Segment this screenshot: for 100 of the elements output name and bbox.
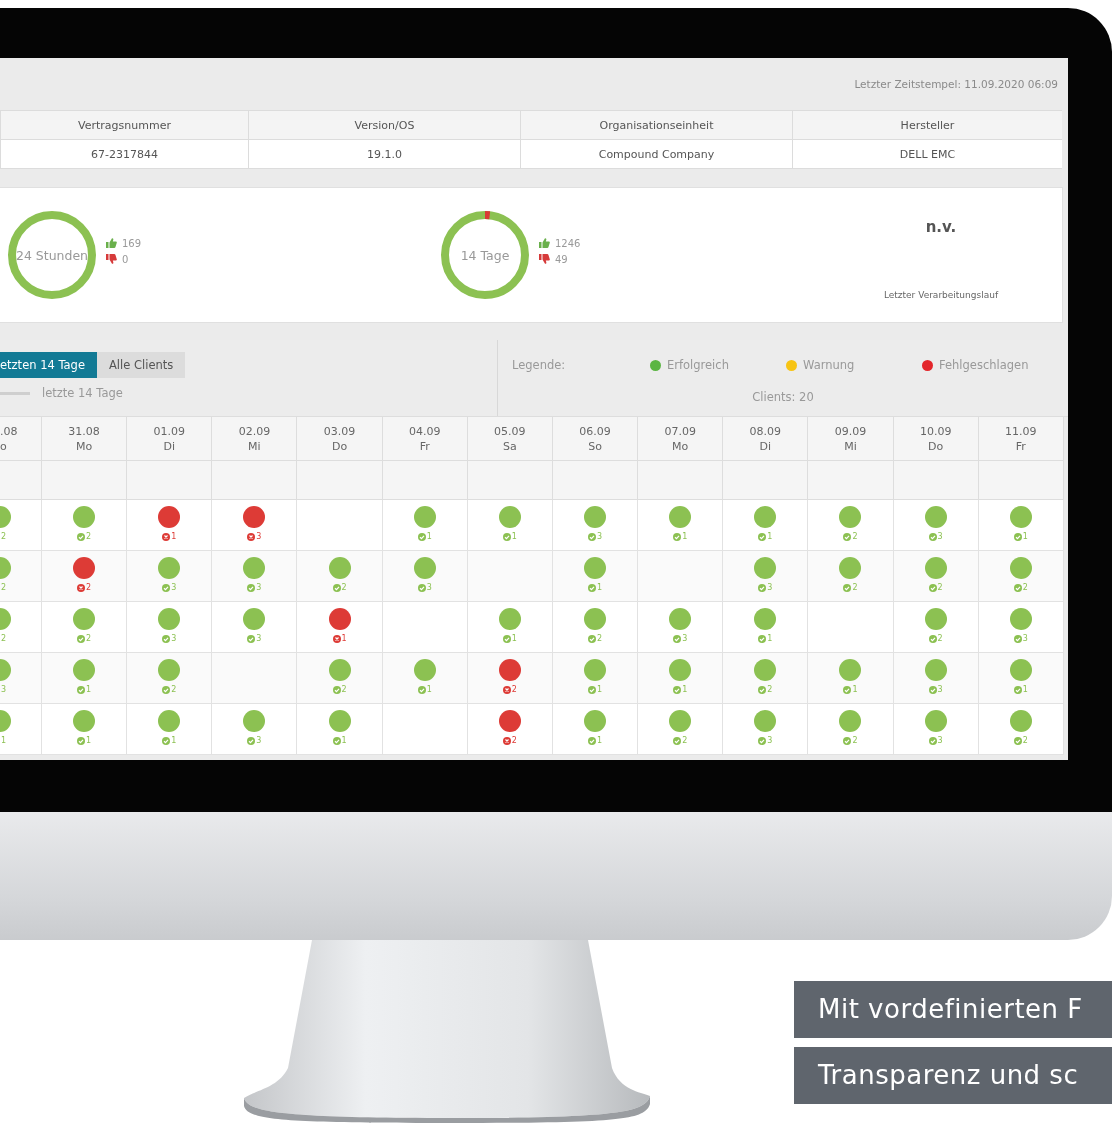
check-circle-icon: [247, 634, 256, 643]
run-count: 2: [341, 685, 347, 694]
check-circle-icon: [928, 532, 937, 541]
run-count: 2: [511, 685, 517, 694]
thumbs-down-icon: [538, 253, 550, 265]
run-count: 2: [682, 736, 688, 745]
failure-count: 0: [122, 253, 129, 265]
weekday-label: Di: [759, 438, 772, 454]
check-circle-icon: [162, 634, 171, 643]
column-header: Organisationseinheit: [520, 111, 792, 140]
weekday-label: Do: [331, 438, 348, 454]
column-header: Hersteller: [792, 111, 1062, 140]
run-count: 3: [256, 583, 262, 592]
check-circle-icon: [587, 583, 596, 592]
run-count: 1: [171, 736, 177, 745]
check-circle-icon: [928, 634, 937, 643]
run-count: 1: [682, 685, 688, 694]
date-label: 02.09: [238, 423, 271, 439]
table-cell: DELL EMC: [792, 140, 1062, 168]
check-circle-icon: [587, 634, 596, 643]
run-count: 3: [171, 583, 177, 592]
check-circle-icon: [673, 532, 682, 541]
check-circle-icon: [1013, 583, 1022, 592]
check-circle-icon: [332, 736, 341, 745]
table-cell: 19.1.0: [248, 140, 520, 168]
date-label: 08.09: [749, 423, 782, 439]
check-circle-icon: [587, 736, 596, 745]
run-count: 1: [767, 634, 773, 643]
success-count: 169: [122, 237, 142, 249]
timestamp-label: Letzter Zeitstempel: 11.09.2020 06:09: [854, 78, 1058, 90]
check-circle-icon: [928, 583, 937, 592]
check-circle-icon: [587, 685, 596, 694]
run-count: 3: [256, 532, 262, 541]
run-count: 1: [86, 685, 92, 694]
check-circle-icon: [673, 736, 682, 745]
run-count: 2: [937, 634, 943, 643]
cross-circle-icon: [502, 685, 511, 694]
caption-banner: Transparenz und sc: [794, 1047, 1112, 1104]
donut-label: 24 Stunden: [15, 247, 89, 263]
check-circle-icon: [843, 736, 852, 745]
check-circle-icon: [1013, 736, 1022, 745]
run-count: 3: [256, 736, 262, 745]
thumbs-up-icon: [538, 237, 550, 249]
check-circle-icon: [77, 634, 86, 643]
run-count: 3: [937, 736, 943, 745]
run-count: 2: [1022, 583, 1028, 592]
weekday-label: Mo: [75, 438, 93, 454]
check-circle-icon: [758, 685, 767, 694]
run-count: 1: [1022, 532, 1028, 541]
run-count: 1: [426, 685, 432, 694]
weekday-label: Sa: [503, 438, 517, 454]
weekday-label: Mi: [844, 438, 857, 454]
thumbs-up-icon: [105, 237, 117, 249]
table-cell: Compound Company: [520, 140, 792, 168]
cross-circle-icon: [247, 532, 256, 541]
cross-circle-icon: [502, 736, 511, 745]
run-count: 2: [511, 736, 517, 745]
column-header: Vertragsnummer: [0, 111, 248, 140]
run-count: 2: [86, 532, 92, 541]
check-circle-icon: [247, 583, 256, 592]
check-circle-icon: [162, 685, 171, 694]
date-label: 04.09: [408, 423, 441, 439]
run-count: 1: [341, 634, 347, 643]
run-count: 2: [1022, 736, 1028, 745]
check-circle-icon: [1013, 634, 1022, 643]
status-caption: Letzter Verarbeitungslauf: [883, 290, 999, 300]
run-count: 3: [937, 685, 943, 694]
cross-circle-icon: [77, 583, 86, 592]
run-count: 1: [596, 736, 603, 745]
donut-label: 14 Tage: [460, 247, 510, 263]
run-count: 2: [1, 532, 7, 541]
run-count: 1: [682, 532, 688, 541]
run-count: 1: [511, 634, 517, 643]
date-label: 05.09: [494, 423, 526, 439]
weekday-label: Fr: [419, 438, 430, 454]
run-count: 3: [682, 634, 688, 643]
cross-circle-icon: [332, 634, 341, 643]
check-circle-icon: [587, 532, 596, 541]
weekday-label: Mo: [672, 438, 689, 454]
weekday-label: So: [588, 438, 602, 454]
run-count: 3: [767, 736, 773, 745]
tab[interactable]: etzten 14 Tage: [0, 352, 97, 378]
check-circle-icon: [332, 685, 341, 694]
check-circle-icon: [928, 736, 937, 745]
check-circle-icon: [417, 583, 426, 592]
tab[interactable]: Alle Clients: [97, 352, 186, 378]
run-count: 1: [511, 532, 517, 541]
check-circle-icon: [332, 583, 341, 592]
check-circle-icon: [417, 532, 426, 541]
run-count: 2: [767, 685, 773, 694]
run-count: 1: [341, 736, 347, 745]
check-circle-icon: [843, 532, 852, 541]
check-circle-icon: [758, 532, 767, 541]
run-count: 2: [852, 532, 858, 541]
weekday-label: Di: [163, 438, 175, 454]
client-count: Clients: 20: [751, 390, 815, 404]
check-circle-icon: [502, 532, 511, 541]
check-circle-icon: [162, 583, 171, 592]
check-circle-icon: [77, 685, 86, 694]
check-circle-icon: [843, 685, 852, 694]
